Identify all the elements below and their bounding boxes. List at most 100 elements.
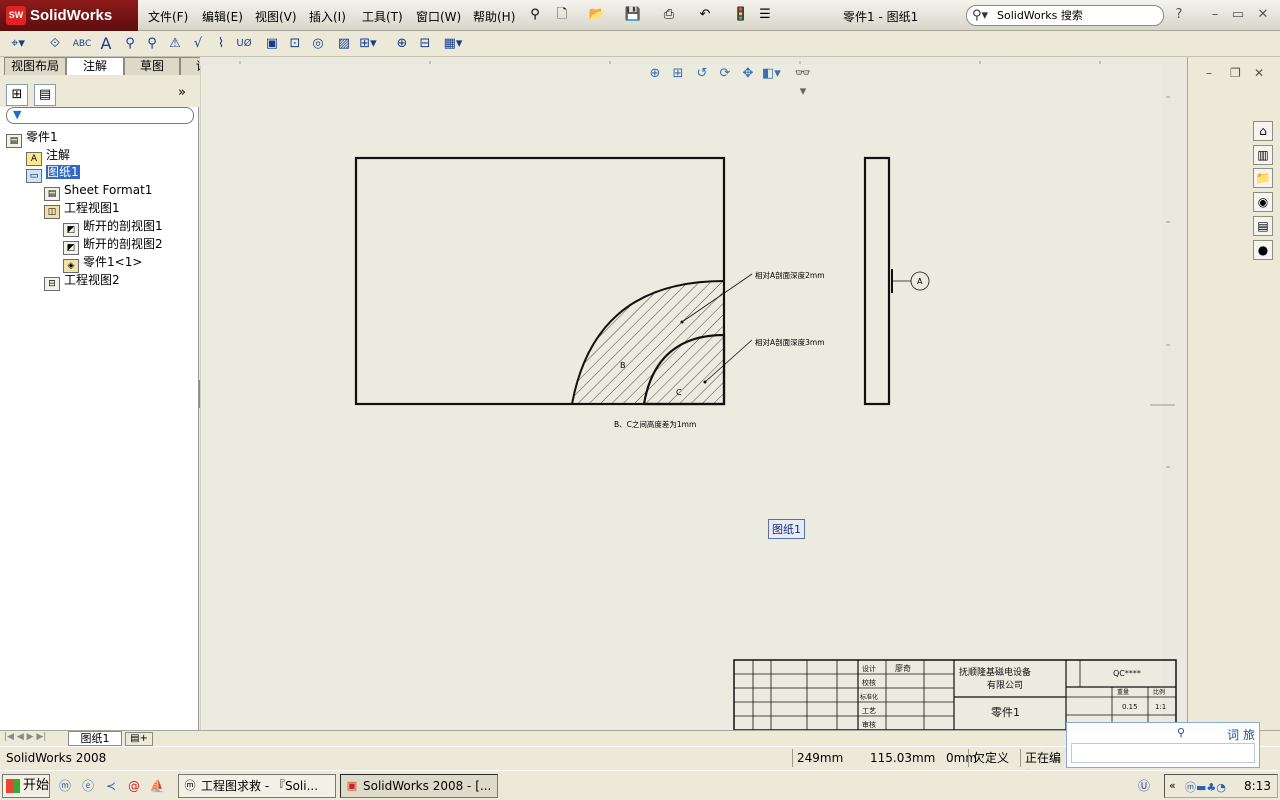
minimize-icon[interactable]: – [1206, 6, 1224, 24]
add-sheet-icon[interactable]: ▤+ [125, 732, 153, 746]
tray-app-icons[interactable]: ⓜ▬♣◔ [1185, 779, 1226, 795]
ime-toolbar[interactable]: 词 旅 ⚲ [1066, 722, 1260, 768]
tree-item-sheet1[interactable]: ▭ 图纸1 [26, 163, 80, 183]
tb-weight-label: 重量 [1117, 688, 1129, 696]
start-button[interactable]: 开始 [2, 774, 50, 798]
surface-finish-icon[interactable]: √ [188, 35, 208, 53]
datum-a-label: A [917, 277, 923, 286]
tree-item-sheet-format[interactable]: ▤ Sheet Format1 [44, 181, 152, 201]
pane-restore-icon[interactable]: ❐ [1230, 66, 1241, 80]
feature-tree-tab-icon[interactable]: ⊞ [6, 84, 28, 106]
task-solidworks-window[interactable]: ▣ SolidWorks 2008 - [... [340, 774, 498, 798]
auto-balloon-icon[interactable]: ⚲ [142, 35, 162, 53]
balloon-icon[interactable]: ⚲ [120, 35, 140, 53]
open-folder-icon[interactable]: 📂 [588, 6, 606, 24]
close-icon[interactable]: ✕ [1254, 6, 1272, 24]
note-depth-2mm[interactable]: 相对A剖面深度2mm [755, 270, 825, 280]
quicklaunch-mail-icon[interactable]: @ [126, 778, 142, 794]
datum-symbol-icon[interactable]: ◎ [308, 35, 328, 53]
menu-tools[interactable]: 工具(T) [362, 8, 403, 25]
status-app-name: SolidWorks 2008 [6, 751, 107, 765]
tree-item-label: 工程视图2 [64, 273, 120, 287]
centerline-icon[interactable]: ⊟ [415, 35, 435, 53]
smart-dimension-icon[interactable]: ⌖▾ [8, 35, 28, 53]
tab-view-layout[interactable]: 视图布局 [4, 57, 66, 75]
title-block[interactable] [733, 659, 1177, 730]
print-icon[interactable]: ⎙ [660, 6, 678, 24]
tree-item-drawing-view1[interactable]: ◫ 工程视图1 [44, 199, 120, 219]
quicklaunch-media-icon[interactable]: ≺ [103, 778, 119, 794]
note-icon[interactable]: A [96, 35, 116, 53]
tree-item-section2[interactable]: ◩ 断开的剖视图2 [63, 235, 163, 255]
tray-expand-icon[interactable]: « [1169, 779, 1176, 792]
sheet-name-label[interactable]: 图纸1 [768, 519, 805, 539]
ime-label[interactable]: 词 旅 [1227, 726, 1255, 743]
task-forum-window[interactable]: ⓜ 工程图求救 - 『Soli... [178, 774, 336, 798]
windows-flag-icon [6, 779, 20, 793]
tree-filter-input[interactable]: ▼ [6, 107, 194, 124]
tray-shield-icon[interactable]: Ⓤ [1136, 778, 1152, 794]
window-title: 零件1 - 图纸1 [843, 10, 919, 24]
tb-craft-label: 工艺 [862, 707, 876, 715]
expand-panel-icon[interactable]: » [178, 85, 186, 100]
new-document-icon[interactable]: 🗋 [553, 6, 571, 24]
pane-minimize-icon[interactable]: – [1206, 66, 1212, 80]
centermark-icon[interactable]: ⊕ [392, 35, 412, 53]
side-view-outline[interactable] [863, 156, 891, 406]
appearances-icon[interactable]: ● [1253, 240, 1273, 260]
search-input[interactable]: ⚲▾ SolidWorks 搜索 [966, 5, 1164, 26]
menu-help[interactable]: 帮助(H) [473, 8, 515, 25]
options-icon[interactable]: ☰ [756, 6, 774, 24]
tb-check-label: 校核 [862, 678, 876, 687]
hatch-icon[interactable]: ▨ [334, 35, 354, 53]
note-depth-3mm[interactable]: 相对A剖面深度3mm [755, 337, 825, 347]
quicklaunch-browser-icon[interactable]: ⓜ [57, 778, 73, 794]
menu-file[interactable]: 文件(F) [148, 8, 188, 25]
tree-item-part[interactable]: ◈ 零件1<1> [63, 253, 142, 273]
gtol-icon[interactable]: ▣ [262, 35, 282, 53]
tab-annotation[interactable]: 注解 [66, 57, 124, 76]
tree-item-drawing-view2[interactable]: ⊟ 工程视图2 [44, 271, 120, 291]
pin-icon[interactable]: ⚲ [526, 6, 544, 24]
drawing-view-icon: ◫ [44, 205, 60, 219]
model-items-icon[interactable]: ⟐ [45, 35, 65, 53]
menu-edit[interactable]: 编辑(E) [202, 8, 243, 25]
file-explorer-icon[interactable]: 📁 [1253, 168, 1273, 188]
hole-callout-icon[interactable]: UØ [234, 35, 254, 53]
datum-target-icon[interactable]: ⚠ [165, 35, 185, 53]
design-library-icon[interactable]: ▥ [1253, 145, 1273, 165]
tree-item-section1[interactable]: ◩ 断开的剖视图1 [63, 217, 163, 237]
view-palette-icon[interactable]: ▤ [1253, 216, 1273, 236]
datum-feature-icon[interactable]: ⊡ [285, 35, 305, 53]
menu-insert[interactable]: 插入(I) [309, 8, 346, 25]
undo-icon[interactable]: ↶ [696, 6, 714, 24]
task-pane: – ❐ ✕ ⌂ ▥ 📁 ◉ ▤ ● [1187, 57, 1280, 730]
rebuild-icon[interactable]: 🚦 [732, 6, 750, 24]
note-height-diff[interactable]: B、C之间高度差为1mm [614, 419, 696, 429]
sheet-tab-sheet1[interactable]: 图纸1 [68, 731, 122, 746]
task-label: SolidWorks 2008 - [... [363, 779, 492, 793]
property-manager-tab-icon[interactable]: ▤ [34, 84, 56, 106]
resources-home-icon[interactable]: ⌂ [1253, 121, 1273, 141]
weld-symbol-icon[interactable]: ⌇ [211, 35, 231, 53]
sheet-nav-arrows-icon[interactable]: |◀ ◀ ▶ ▶| [4, 732, 46, 742]
menu-view[interactable]: 视图(V) [255, 8, 297, 25]
help-icon[interactable]: ? [1170, 6, 1188, 24]
tb-scale-value: 1:1 [1155, 703, 1166, 711]
search-results-icon[interactable]: ◉ [1253, 192, 1273, 212]
ime-candidate-box[interactable] [1071, 743, 1255, 763]
pane-close-icon[interactable]: ✕ [1254, 66, 1264, 80]
tab-sketch[interactable]: 草图 [124, 57, 180, 75]
menu-window[interactable]: 窗口(W) [416, 8, 461, 25]
maximize-icon[interactable]: ▭ [1229, 6, 1247, 24]
table-icon[interactable]: ▦▾ [443, 35, 463, 53]
spell-checker-icon[interactable]: ABC [72, 35, 92, 53]
ime-search-icon[interactable]: ⚲ [1177, 726, 1185, 739]
tree-root[interactable]: ▤ 零件1 [6, 128, 58, 148]
quicklaunch-app-icon[interactable]: ⛵ [149, 778, 165, 794]
save-icon[interactable]: 💾 [624, 6, 642, 24]
tree-item-annotations[interactable]: A 注解 [26, 146, 70, 166]
quicklaunch-ie-icon[interactable]: ⓔ [80, 778, 96, 794]
tree-item-label: 断开的剖视图2 [83, 237, 163, 251]
block-icon[interactable]: ⊞▾ [358, 35, 378, 53]
